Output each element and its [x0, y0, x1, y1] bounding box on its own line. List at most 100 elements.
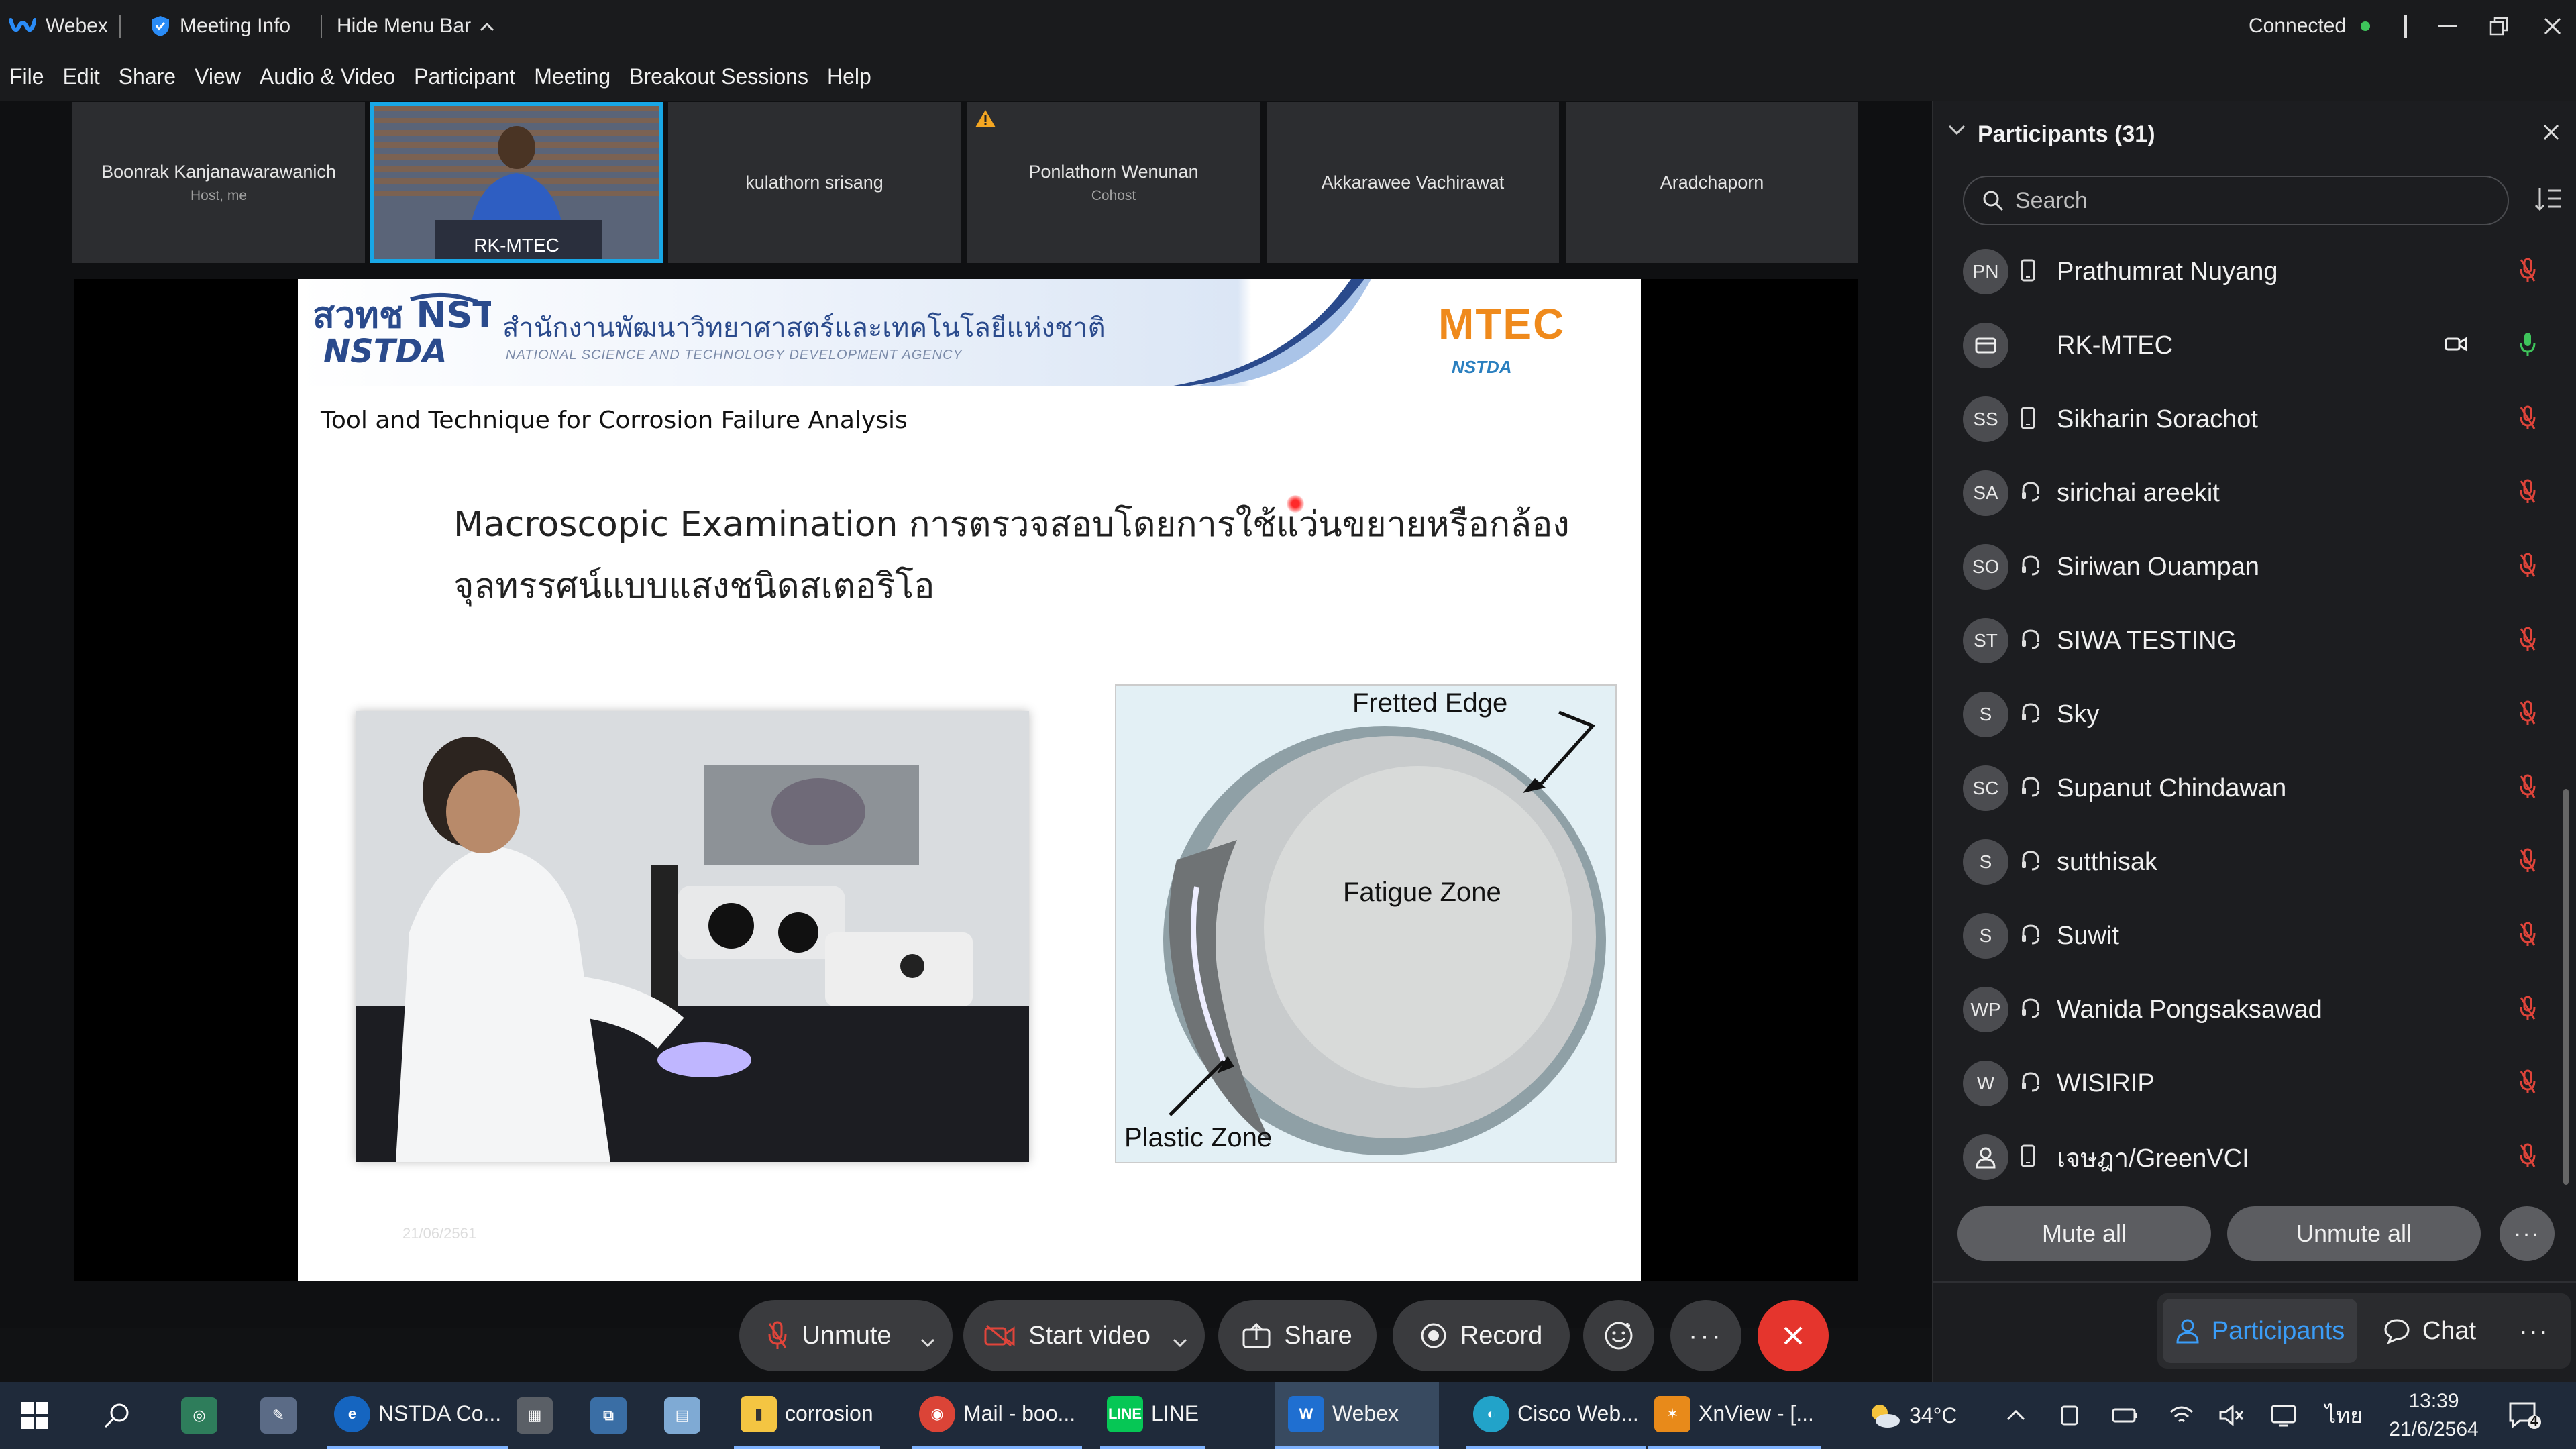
taskbar-app-cisco-webex[interactable]: ◐ Cisco Web...	[1466, 1382, 1646, 1449]
start-video-button[interactable]: Start video	[963, 1300, 1205, 1371]
muted-mic-icon[interactable]	[2518, 553, 2537, 582]
taskbar-pinned-app[interactable]: ✎	[260, 1382, 305, 1449]
search-icon	[1983, 191, 2004, 211]
active-speaker-tile[interactable]: RK-MTEC	[370, 102, 663, 263]
participant-row[interactable]: W WISIRIP	[1933, 1046, 2576, 1120]
tab-more-button[interactable]: ···	[2502, 1293, 2567, 1368]
muted-mic-icon[interactable]	[2518, 258, 2537, 286]
participant-row[interactable]: SC Supanut Chindawan	[1933, 751, 2576, 825]
chevron-down-icon[interactable]	[1173, 1326, 1187, 1354]
fatigue-zone-label: Fatigue Zone	[1343, 877, 1501, 907]
close-panel-button[interactable]	[2541, 122, 2561, 146]
muted-mic-icon[interactable]	[2518, 627, 2537, 655]
taskbar-search-button[interactable]	[102, 1382, 131, 1449]
panel-more-button[interactable]: ···	[2500, 1206, 2555, 1261]
taskbar-pinned-app[interactable]: ▤	[664, 1382, 708, 1449]
minimize-button[interactable]	[2424, 0, 2471, 52]
tray-battery-icon[interactable]	[2112, 1382, 2139, 1449]
participant-row[interactable]: SS Sikharin Sorachot	[1933, 382, 2576, 456]
participant-row[interactable]: เจษฎา/GreenVCI	[1933, 1120, 2576, 1194]
tray-wifi-icon[interactable]	[2168, 1382, 2195, 1449]
notification-center-button[interactable]: 4	[2508, 1382, 2541, 1449]
mute-all-button[interactable]: Mute all	[1957, 1206, 2211, 1261]
taskbar-pinned-app[interactable]: ▦	[517, 1382, 561, 1449]
participant-row[interactable]: Ssutthisak	[1933, 825, 2576, 899]
video-tile[interactable]: Boonrak Kanjanawarawanich Host, me	[72, 102, 365, 263]
network-app-icon: ⧉	[590, 1397, 627, 1434]
taskbar-pinned-app[interactable]: ⧉	[590, 1382, 635, 1449]
record-button[interactable]: Record	[1393, 1300, 1570, 1371]
taskbar-app-webex[interactable]: W Webex	[1275, 1382, 1440, 1449]
wifi-icon	[2170, 1406, 2193, 1423]
tray-display-icon[interactable]	[2270, 1382, 2297, 1449]
weather-widget[interactable]: 34°C	[1868, 1382, 1957, 1449]
muted-mic-icon[interactable]	[2518, 996, 2537, 1024]
taskbar-app-nstda[interactable]: e NSTDA Co...	[327, 1382, 508, 1449]
menu-participant[interactable]: Participant	[414, 64, 515, 89]
video-tile[interactable]: Akkarawee Vachirawat	[1267, 102, 1559, 263]
taskbar-app-corrosion[interactable]: ▮ corrosion	[734, 1382, 880, 1449]
phone-icon	[2021, 259, 2035, 285]
video-tile[interactable]: kulathorn srisang	[668, 102, 961, 263]
participant-row[interactable]: RK-MTEC	[1933, 309, 2576, 382]
chevron-down-icon[interactable]	[1948, 125, 1966, 139]
participant-row[interactable]: WP Wanida Pongsaksawad	[1933, 973, 2576, 1046]
leave-meeting-button[interactable]	[1758, 1300, 1829, 1371]
menu-meeting[interactable]: Meeting	[534, 64, 610, 89]
muted-mic-icon[interactable]	[2518, 848, 2537, 877]
meeting-info-button[interactable]: Meeting Info	[150, 0, 290, 52]
menu-file[interactable]: File	[9, 64, 44, 89]
muted-mic-icon[interactable]	[2518, 922, 2537, 951]
display-icon	[2271, 1405, 2296, 1427]
menu-help[interactable]: Help	[827, 64, 871, 89]
menu-view[interactable]: View	[195, 64, 241, 89]
close-window-button[interactable]	[2529, 0, 2576, 52]
chevron-down-icon[interactable]	[920, 1326, 935, 1354]
taskbar-app-line[interactable]: LINE LINE	[1100, 1382, 1206, 1449]
notification-count: 4	[2530, 1414, 2538, 1429]
tray-device-icon[interactable]	[2058, 1382, 2081, 1449]
muted-mic-icon[interactable]	[2518, 1143, 2537, 1172]
menu-audio-video[interactable]: Audio & Video	[260, 64, 395, 89]
windows-start-button[interactable]	[20, 1382, 50, 1449]
muted-mic-icon[interactable]	[2518, 700, 2537, 729]
tray-language[interactable]: ไทย	[2325, 1382, 2363, 1449]
org-name-thai: สำนักงานพัฒนาวิทยาศาสตร์และเทคโนโลยีแห่ง…	[502, 313, 1106, 343]
tray-overflow-button[interactable]	[2006, 1382, 2026, 1449]
participant-list-scrollbar[interactable]	[2563, 789, 2569, 1185]
share-button[interactable]: Share	[1218, 1300, 1377, 1371]
participant-row[interactable]: ST SIWA TESTING	[1933, 604, 2576, 678]
more-options-button[interactable]: ···	[1670, 1300, 1741, 1371]
taskbar-app-mail[interactable]: ◉ Mail - boo...	[912, 1382, 1083, 1449]
menu-breakout-sessions[interactable]: Breakout Sessions	[629, 64, 808, 89]
participant-row[interactable]: SO Siriwan Ouampan	[1933, 530, 2576, 604]
mic-icon[interactable]	[2518, 331, 2537, 360]
muted-mic-icon[interactable]	[2518, 1069, 2537, 1098]
reactions-button[interactable]	[1583, 1300, 1654, 1371]
sort-list-icon[interactable]	[2534, 185, 2563, 215]
search-input[interactable]	[2015, 187, 2471, 214]
tray-volume-icon[interactable]	[2218, 1382, 2245, 1449]
participant-row[interactable]: S Suwit	[1933, 899, 2576, 973]
participant-row[interactable]: PN Prathumrat Nuyang	[1933, 235, 2576, 309]
tray-clock[interactable]: 13:39 21/6/2564	[2375, 1387, 2493, 1444]
device-icon	[2061, 1405, 2078, 1426]
video-tile[interactable]: Aradchaporn	[1566, 102, 1858, 263]
menu-edit[interactable]: Edit	[63, 64, 100, 89]
tab-participants[interactable]: Participants	[2163, 1299, 2357, 1363]
muted-mic-icon[interactable]	[2518, 479, 2537, 508]
tab-chat[interactable]: Chat	[2363, 1293, 2497, 1368]
muted-mic-icon[interactable]	[2518, 405, 2537, 434]
menu-share[interactable]: Share	[119, 64, 176, 89]
restore-button[interactable]	[2475, 0, 2522, 52]
video-tile[interactable]: Ponlathorn Wenunan Cohost	[967, 102, 1260, 263]
taskbar-app-xnview[interactable]: ✶ XnView - [...	[1648, 1382, 1821, 1449]
participant-search-box[interactable]	[1963, 176, 2509, 225]
participant-row[interactable]: SA sirichai areekit	[1933, 456, 2576, 530]
taskbar-pinned-app[interactable]: ◎	[181, 1382, 225, 1449]
unmute-all-button[interactable]: Unmute all	[2227, 1206, 2481, 1261]
participant-row[interactable]: S Sky	[1933, 678, 2576, 751]
muted-mic-icon[interactable]	[2518, 774, 2537, 803]
hide-menu-bar-button[interactable]: Hide Menu Bar	[337, 0, 495, 52]
unmute-button[interactable]: Unmute	[739, 1300, 953, 1371]
